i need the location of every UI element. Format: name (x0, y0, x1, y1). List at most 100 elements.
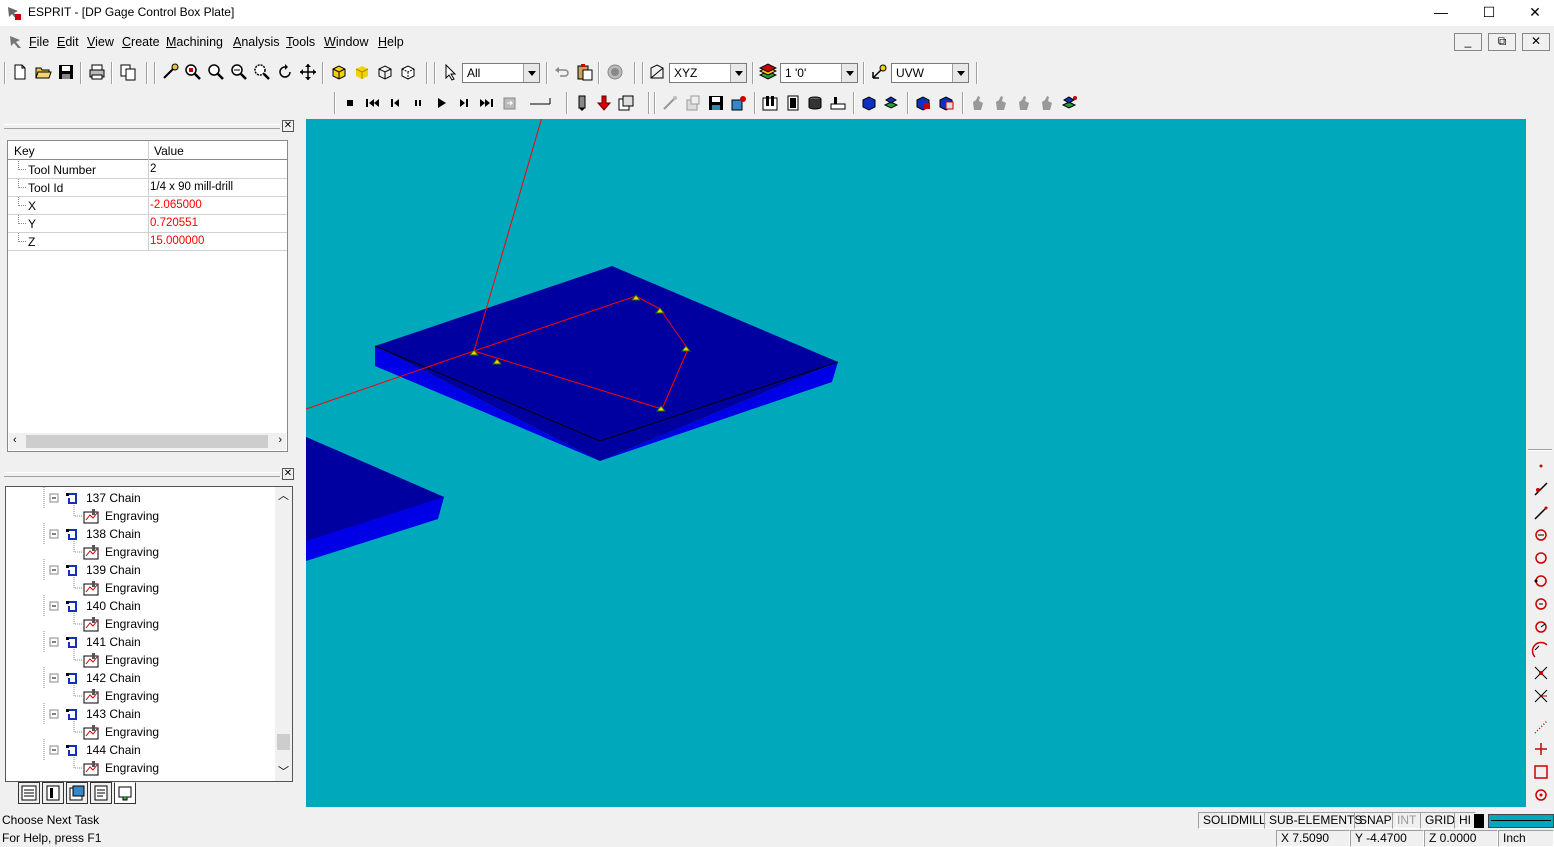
play-icon[interactable] (432, 94, 450, 112)
shaded-edges-icon[interactable] (353, 63, 371, 81)
hand-tool-icon-3[interactable] (1015, 94, 1033, 112)
shaded-solid-icon[interactable] (330, 63, 348, 81)
chevron-down-icon[interactable] (841, 64, 857, 82)
wireframe-icon[interactable] (376, 63, 394, 81)
mdi-restore-button[interactable]: ⧉ (1488, 33, 1516, 51)
zoom-fit-icon[interactable] (253, 63, 271, 81)
tab-features[interactable] (114, 782, 136, 804)
menu-analysis[interactable]: Analysis (233, 35, 280, 49)
panel-grip[interactable] (4, 472, 280, 477)
tree-item-operation[interactable]: Engraving (6, 507, 276, 525)
stop-record-icon[interactable] (606, 63, 624, 81)
tree-item-chain[interactable]: 138 Chain (6, 525, 276, 543)
mdi-close-button[interactable]: ✕ (1522, 33, 1550, 51)
property-row-y[interactable]: Y 0.720551 (8, 215, 287, 233)
tree-item-operation[interactable]: Engraving (6, 651, 276, 669)
line-segment-icon[interactable] (1534, 482, 1548, 496)
scrollbar-thumb[interactable] (277, 734, 290, 750)
maximize-button[interactable]: ☐ (1466, 0, 1512, 26)
undo-icon[interactable] (553, 63, 571, 81)
solid-green-icon[interactable] (883, 94, 901, 112)
work-coordinate-dropdown[interactable]: UVW (891, 63, 969, 83)
sim-options-icon[interactable] (617, 94, 635, 112)
property-row-x[interactable]: X -2.065000 (8, 197, 287, 215)
trim-icon[interactable] (1534, 666, 1548, 680)
pause-icon[interactable] (409, 94, 427, 112)
process-icon[interactable] (730, 94, 748, 112)
hand-tool-icon-1[interactable] (969, 94, 987, 112)
new-file-icon[interactable] (11, 63, 29, 81)
copy-icon[interactable] (119, 63, 137, 81)
circle-icon[interactable] (1535, 552, 1547, 564)
select-pointer-icon[interactable] (442, 63, 460, 81)
arc-icon[interactable] (1531, 641, 1548, 658)
zoom-window-icon[interactable] (184, 63, 202, 81)
save-operation-icon[interactable] (707, 94, 725, 112)
property-row-tool-id[interactable]: Tool Id 1/4 x 90 mill-drill (8, 179, 287, 197)
status-snap[interactable]: SNAP (1354, 812, 1397, 829)
toolbar-grip[interactable] (1528, 449, 1552, 451)
fillet-icon[interactable] (1534, 720, 1548, 734)
panel-grip[interactable] (4, 124, 280, 129)
solid-blue-icon[interactable] (860, 94, 878, 112)
hidden-line-icon[interactable] (399, 63, 417, 81)
tree-item-chain[interactable]: 141 Chain (6, 633, 276, 651)
operations-vertical-scrollbar[interactable]: ︿ ﹀ (275, 487, 292, 781)
stock-icon[interactable] (784, 94, 802, 112)
status-int[interactable]: INT (1392, 812, 1422, 829)
tree-item-operation[interactable]: Engraving (6, 759, 276, 777)
menu-view[interactable]: View (87, 35, 114, 49)
zoom-out-icon[interactable] (230, 63, 248, 81)
stop-icon[interactable] (341, 94, 359, 112)
selection-filter-dropdown[interactable]: All (462, 63, 540, 83)
print-icon[interactable] (88, 63, 106, 81)
menu-file[interactable]: File (29, 35, 49, 49)
point-icon[interactable] (1539, 464, 1543, 468)
fixture-icon[interactable] (761, 94, 779, 112)
tree-item-operation[interactable]: Engraving (6, 723, 276, 741)
tree-item-chain[interactable]: 137 Chain (6, 489, 276, 507)
pan-view-icon[interactable] (299, 63, 317, 81)
operations-panel-close-button[interactable]: ✕ (282, 468, 294, 480)
rectangle-icon[interactable] (1534, 765, 1548, 779)
hand-tool-icon-4[interactable] (1038, 94, 1056, 112)
tool-red-icon[interactable] (595, 94, 613, 112)
menu-create[interactable]: Create (122, 35, 160, 49)
scroll-left-icon[interactable]: ‹ (13, 434, 17, 446)
tree-item-operation[interactable]: Engraving (6, 687, 276, 705)
scroll-right-icon[interactable]: › (278, 434, 282, 446)
polygon-icon[interactable] (1535, 789, 1547, 801)
document-icon[interactable] (8, 34, 24, 50)
fast-forward-icon[interactable] (478, 94, 496, 112)
close-button[interactable]: ✕ (1512, 0, 1554, 26)
solid-compare-icon[interactable] (937, 94, 955, 112)
arc-center-icon[interactable] (1535, 529, 1547, 541)
chevron-down-icon[interactable] (952, 64, 968, 82)
tree-item-chain[interactable]: 139 Chain (6, 561, 276, 579)
extend-icon[interactable] (1534, 689, 1548, 703)
chevron-down-icon[interactable] (523, 64, 539, 82)
color-swatch-black[interactable] (1474, 814, 1484, 828)
menu-machining[interactable]: Machining (166, 35, 223, 49)
status-sub-elements[interactable]: SUB-ELEMENTS (1264, 812, 1368, 829)
minimize-button[interactable]: — (1418, 0, 1464, 26)
tab-operations[interactable] (66, 782, 88, 804)
layers-icon[interactable] (759, 63, 777, 81)
feature-icon[interactable] (1061, 94, 1079, 112)
status-mode-solidmill[interactable]: SOLIDMILL (1198, 812, 1271, 829)
tree-item-operation[interactable]: Engraving (6, 615, 276, 633)
tab-properties[interactable] (90, 782, 112, 804)
save-icon[interactable] (57, 63, 75, 81)
color-swatch-viewport[interactable] (1488, 814, 1554, 828)
menu-window[interactable]: Window (324, 35, 368, 49)
simulation-speed-icon[interactable] (528, 94, 556, 112)
tree-item-operation[interactable]: Engraving (6, 543, 276, 561)
graphics-viewport[interactable] (306, 119, 1526, 807)
tree-item-chain[interactable]: 143 Chain (6, 705, 276, 723)
plane-icon[interactable] (648, 63, 666, 81)
operations-icon[interactable] (684, 94, 702, 112)
tab-tools[interactable] (42, 782, 64, 804)
hand-tool-icon-2[interactable] (992, 94, 1010, 112)
restart-icon[interactable] (501, 94, 519, 112)
properties-horizontal-scrollbar[interactable]: ‹ › (9, 433, 286, 450)
